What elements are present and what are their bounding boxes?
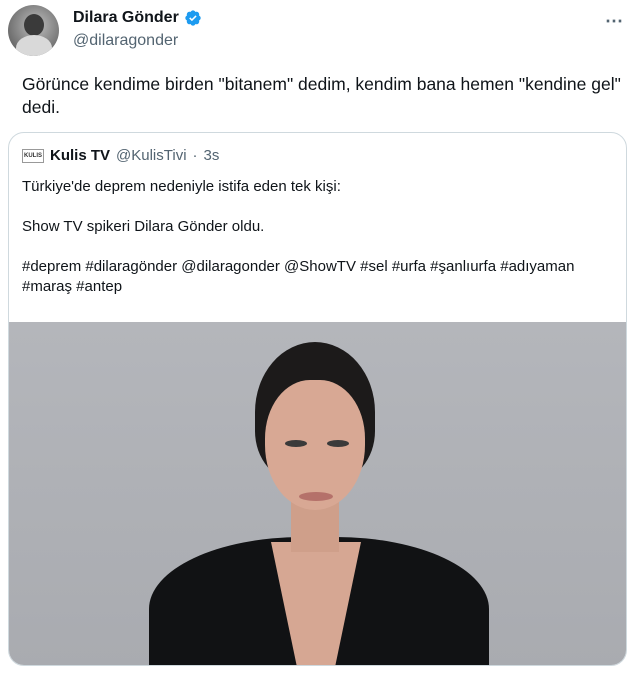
- quoted-tweet[interactable]: KULIS Kulis TV @KulisTivi · 3s Türkiye'd…: [8, 132, 627, 666]
- more-options-icon[interactable]: ⋯: [605, 11, 624, 32]
- tweet-header: Dilara Gönder @dilaragonder ⋯: [8, 5, 628, 61]
- quoted-tweet-header: KULIS Kulis TV @KulisTivi · 3s: [22, 147, 219, 164]
- avatar-body: [16, 35, 52, 56]
- photo-left-eye: [285, 440, 307, 447]
- photo-face: [265, 380, 365, 510]
- avatar-head: [24, 14, 44, 36]
- photo-lips: [299, 492, 333, 501]
- quoted-tweet-text: Türkiye'de deprem nedeniyle istifa eden …: [22, 178, 575, 295]
- quoted-tweet-photo[interactable]: [9, 322, 626, 665]
- quoted-author-logo: KULIS: [22, 148, 44, 163]
- quoted-timestamp: 3s: [203, 147, 220, 164]
- tweet-text: Görünce kendime birden "bitanem" dedim, …: [22, 74, 621, 117]
- author-avatar[interactable]: [8, 5, 59, 56]
- separator-dot: ·: [192, 147, 198, 164]
- author-handle[interactable]: @dilaragonder: [73, 32, 178, 50]
- photo-right-eye: [327, 440, 349, 447]
- verified-badge-icon: [185, 10, 201, 26]
- quoted-author-name: Kulis TV: [50, 147, 111, 164]
- quoted-author-handle: @KulisTivi: [116, 147, 187, 164]
- author-name-row: Dilara Gönder: [73, 9, 202, 27]
- author-display-name[interactable]: Dilara Gönder: [73, 9, 179, 27]
